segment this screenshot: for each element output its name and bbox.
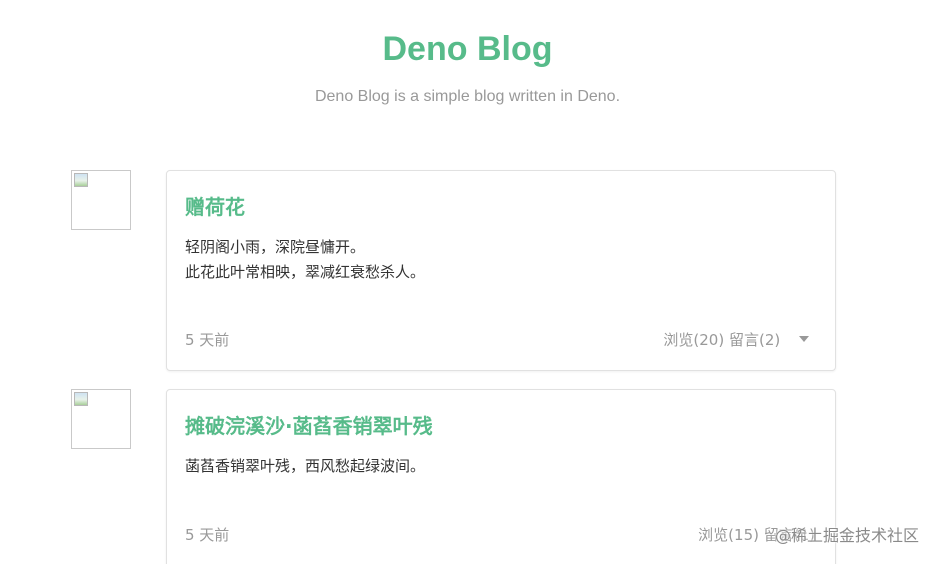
view-count: 浏览(15): [698, 526, 759, 544]
post-card: 赠荷花 轻阴阁小雨，深院昼慵开。 此花此叶常相映，翠减红衰愁杀人。 5 天前 浏…: [166, 170, 836, 371]
post-excerpt-line: 菡萏香销翠叶残，西风愁起绿波间。: [185, 457, 426, 475]
post-excerpt: 轻阴阁小雨，深院昼慵开。 此花此叶常相映，翠减红衰愁杀人。: [185, 235, 425, 285]
post-title[interactable]: 摊破浣溪沙·菡萏香销翠叶残: [185, 410, 433, 439]
comment-count[interactable]: 留言(2): [729, 331, 780, 349]
watermark: @稀土掘金技术社区: [774, 526, 919, 545]
view-count: 浏览(20): [663, 331, 725, 349]
blog-page: Deno Blog Deno Blog is a simple blog wri…: [0, 0, 935, 564]
site-subtitle: Deno Blog is a simple blog written in De…: [314, 88, 621, 105]
post-avatar[interactable]: [71, 389, 131, 449]
post-avatar[interactable]: [71, 170, 131, 230]
site-title[interactable]: Deno Blog: [0, 30, 935, 69]
broken-image-icon: [74, 173, 88, 187]
post-excerpt-line: 此花此叶常相映，翠减红衰愁杀人。: [185, 263, 426, 281]
post-card: 摊破浣溪沙·菡萏香销翠叶残 菡萏香销翠叶残，西风愁起绿波间。 5 天前 浏览(1…: [166, 389, 836, 564]
post-excerpt-line: 轻阴阁小雨，深院昼慵开。: [185, 238, 366, 256]
post-stats: 浏览(20) 留言(2): [663, 329, 809, 350]
broken-image-icon: [74, 392, 88, 406]
caret-down-icon[interactable]: [799, 336, 809, 342]
post-title[interactable]: 赠荷花: [185, 191, 245, 220]
post-time: 5 天前: [185, 331, 230, 349]
post-excerpt: 菡萏香销翠叶残，西风愁起绿波间。: [185, 454, 425, 479]
post-time: 5 天前: [185, 526, 230, 544]
